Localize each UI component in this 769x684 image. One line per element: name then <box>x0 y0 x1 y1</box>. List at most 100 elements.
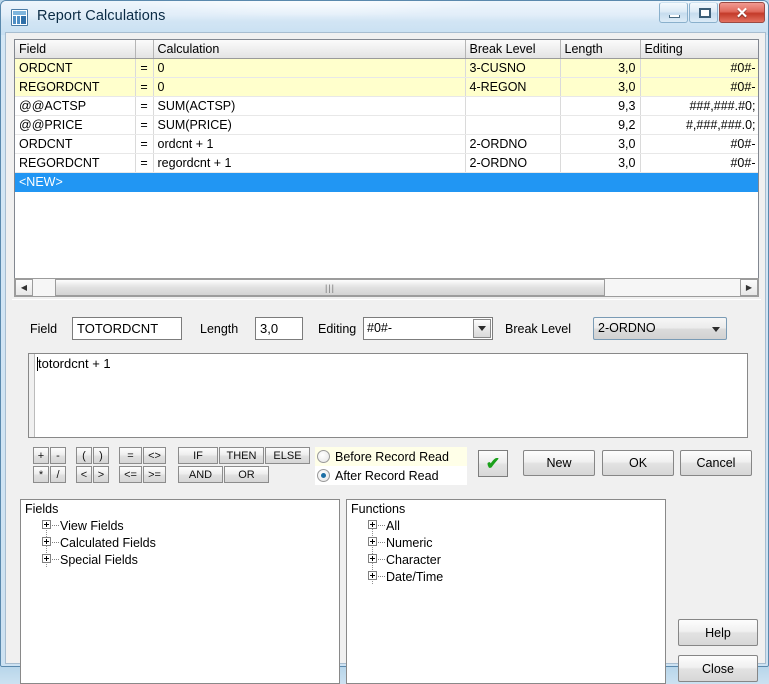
cell-field: @@ACTSP <box>15 96 136 116</box>
expression-text[interactable]: totordcnt + 1 <box>38 356 743 371</box>
functions-tree-panel[interactable]: Functions All Numeric Character Date/Tim <box>346 499 666 684</box>
op-multiply-button[interactable]: * <box>33 466 49 483</box>
op-lessthan-button[interactable]: < <box>76 466 92 483</box>
op-lparen-button[interactable]: ( <box>76 447 92 464</box>
expand-plus-icon[interactable] <box>368 554 377 563</box>
op-then-button[interactable]: THEN <box>219 447 264 464</box>
grid-horizontal-scrollbar[interactable]: ◀ ||| ▶ <box>14 278 759 297</box>
radio-button-icon[interactable] <box>317 450 330 463</box>
column-header-field[interactable]: Field <box>15 40 136 59</box>
expand-plus-icon[interactable] <box>368 537 377 546</box>
cell-operator: = <box>135 77 154 97</box>
expand-plus-icon[interactable] <box>42 520 51 529</box>
table-row[interactable]: ORDCNT = ordcnt + 1 2-ORDNO 3,0 #0#- <box>15 134 758 154</box>
chevron-down-icon[interactable] <box>473 319 491 338</box>
tree-node-label: Character <box>386 552 441 567</box>
editing-label: Editing <box>318 322 357 336</box>
field-input[interactable] <box>72 317 182 340</box>
tree-node-special-fields[interactable]: Special Fields <box>21 551 339 568</box>
chevron-down-icon[interactable] <box>712 327 720 332</box>
op-or-button[interactable]: OR <box>224 466 269 483</box>
op-notequal-button[interactable]: <> <box>143 447 166 464</box>
window-titlebar[interactable]: Report Calculations ✕ <box>1 1 768 35</box>
close-button[interactable]: ✕ <box>719 2 765 23</box>
table-row[interactable]: REGORDCNT = regordcnt + 1 2-ORDNO 3,0 #0… <box>15 153 758 173</box>
length-input[interactable] <box>255 317 303 340</box>
cell-field: ORDCNT <box>15 58 136 78</box>
tree-node-calculated-fields[interactable]: Calculated Fields <box>21 534 339 551</box>
dialog-client-area: Field Calculation Break Level Length Edi… <box>5 32 766 684</box>
cell-editing: ###,###.#0; <box>640 96 758 116</box>
table-row-selected[interactable]: <NEW> <box>15 172 758 192</box>
table-row[interactable]: REGORDCNT = 0 4-REGON 3,0 #0#- <box>15 77 758 97</box>
cell-calculation: SUM(PRICE) <box>153 115 466 135</box>
maximize-button[interactable] <box>689 2 718 23</box>
radio-before-record-read[interactable]: Before Record Read <box>315 447 467 466</box>
op-rparen-button[interactable]: ) <box>93 447 109 464</box>
cell-length: 3,0 <box>560 134 641 154</box>
minimize-button[interactable] <box>659 2 688 23</box>
tree-node-character[interactable]: Character <box>347 551 665 568</box>
column-header-operator[interactable] <box>135 40 154 59</box>
cell-calculation: regordcnt + 1 <box>153 153 466 173</box>
cancel-button[interactable]: Cancel <box>680 450 752 476</box>
expand-plus-icon[interactable] <box>368 571 377 580</box>
op-greaterequal-button[interactable]: >= <box>143 466 166 483</box>
expression-editor[interactable]: totordcnt + 1 <box>28 353 748 438</box>
fields-tree-panel[interactable]: Fields View Fields Calculated Fields Spe… <box>20 499 340 684</box>
window-controls: ✕ <box>658 2 765 23</box>
tree-node-date-time[interactable]: Date/Time <box>347 568 665 585</box>
op-plus-button[interactable]: + <box>33 447 49 464</box>
table-row[interactable]: @@ACTSP = SUM(ACTSP) 9,3 ###,###.#0; <box>15 96 758 116</box>
scroll-right-icon[interactable]: ▶ <box>740 279 758 296</box>
editing-combobox[interactable]: #0#- <box>363 317 493 340</box>
op-else-button[interactable]: ELSE <box>265 447 310 464</box>
cell-field: <NEW> <box>15 172 136 192</box>
table-row[interactable]: @@PRICE = SUM(PRICE) 9,2 #,###,###.0; <box>15 115 758 135</box>
table-row[interactable]: ORDCNT = 0 3-CUSNO 3,0 #0#- <box>15 58 758 78</box>
expand-plus-icon[interactable] <box>42 554 51 563</box>
op-and-button[interactable]: AND <box>178 466 223 483</box>
cell-operator: = <box>135 58 154 78</box>
tree-node-numeric[interactable]: Numeric <box>347 534 665 551</box>
op-divide-button[interactable]: / <box>50 466 66 483</box>
cell-editing: #0#- <box>640 134 758 154</box>
cell-operator <box>135 172 154 192</box>
help-button[interactable]: Help <box>678 619 758 646</box>
cell-length: 9,3 <box>560 96 641 116</box>
column-header-editing[interactable]: Editing <box>640 40 758 59</box>
editing-combobox-value: #0#- <box>367 321 393 335</box>
radio-after-record-read[interactable]: After Record Read <box>315 466 467 485</box>
maximize-icon <box>699 8 711 18</box>
expand-plus-icon[interactable] <box>42 537 51 546</box>
cell-operator: = <box>135 115 154 135</box>
ok-button[interactable]: OK <box>602 450 674 476</box>
tree-node-all[interactable]: All <box>347 517 665 534</box>
op-minus-button[interactable]: - <box>50 447 66 464</box>
cell-calculation: ordcnt + 1 <box>153 134 466 154</box>
break-level-combobox[interactable]: 2-ORDNO <box>593 317 727 340</box>
op-greaterthan-button[interactable]: > <box>93 466 109 483</box>
op-if-button[interactable]: IF <box>178 447 218 464</box>
scroll-left-icon[interactable]: ◀ <box>15 279 33 296</box>
close-dialog-button[interactable]: Close <box>678 655 758 682</box>
column-header-length[interactable]: Length <box>560 40 641 59</box>
cell-length: 3,0 <box>560 153 641 173</box>
report-calculations-window: Report Calculations ✕ Field Calculation … <box>0 0 769 684</box>
validate-expression-button[interactable]: ✔ <box>478 450 508 477</box>
cell-field: REGORDCNT <box>15 77 136 97</box>
calculations-grid[interactable]: Field Calculation Break Level Length Edi… <box>14 39 759 282</box>
op-lessequal-button[interactable]: <= <box>119 466 142 483</box>
op-equals-button[interactable]: = <box>119 447 142 464</box>
tree-node-view-fields[interactable]: View Fields <box>21 517 339 534</box>
new-button[interactable]: New <box>523 450 595 476</box>
scrollbar-track[interactable]: ||| <box>33 279 740 296</box>
column-header-calculation[interactable]: Calculation <box>153 40 466 59</box>
cell-editing: #0#- <box>640 153 758 173</box>
operator-keypad: + - ( ) = <> IF THEN ELSE * / < > <= >= … <box>33 447 311 485</box>
expand-plus-icon[interactable] <box>368 520 377 529</box>
scrollbar-thumb[interactable]: ||| <box>55 279 605 296</box>
cell-break-level: 2-ORDNO <box>465 134 561 154</box>
radio-button-selected-icon[interactable] <box>317 469 330 482</box>
column-header-break-level[interactable]: Break Level <box>465 40 561 59</box>
